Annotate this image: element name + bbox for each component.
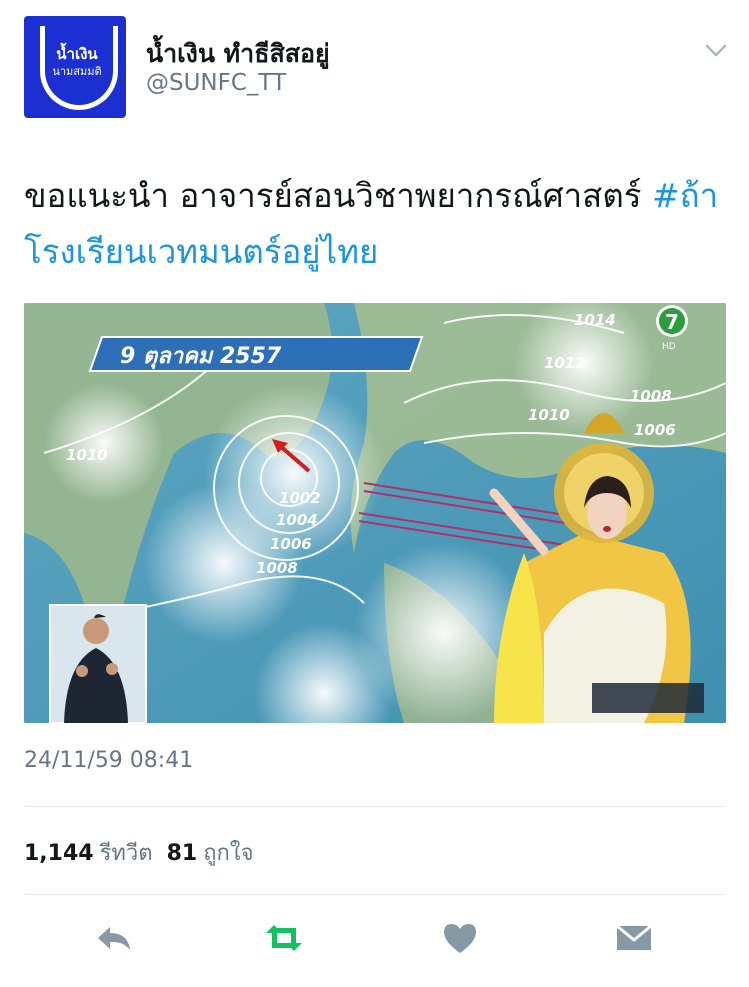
chevron-down-icon[interactable]: [704, 40, 728, 60]
heart-icon[interactable]: [436, 918, 484, 958]
divider: [24, 894, 725, 895]
date-banner-text: 9 ตุลาคม 2557: [120, 344, 282, 370]
pressure-label: 1008: [256, 559, 298, 577]
retweet-icon[interactable]: [260, 918, 308, 958]
pressure-label: 1006: [634, 421, 676, 439]
pressure-label: 1014: [574, 311, 616, 329]
tweet-timestamp[interactable]: 24/11/59 08:41: [24, 748, 193, 773]
pressure-label: 1006: [270, 535, 312, 553]
channel-logo-sub: HD: [662, 342, 676, 352]
avatar[interactable]: น้ำเงิน นามสมมติ: [24, 16, 126, 118]
envelope-icon[interactable]: [610, 918, 658, 958]
display-name[interactable]: น้ำเงิน ทำธีสิสอยู่: [146, 34, 330, 74]
retweet-stat[interactable]: 1,144 รีทวีต: [24, 841, 153, 866]
divider: [24, 806, 725, 807]
like-label: ถูกใจ: [203, 841, 254, 866]
avatar-logo-subtext: นามสมมติ: [52, 65, 102, 78]
tweet-media-image[interactable]: 9 ตุลาคม 2557 7 HD 1014 1012 1010 1008 1…: [24, 303, 726, 723]
weather-map-illustration: 9 ตุลาคม 2557 7 HD 1014 1012 1010 1008 1…: [24, 303, 726, 723]
pressure-label: 1010: [528, 406, 570, 424]
tweet-body: ขอแนะนำ อาจารย์สอนวิชาพยากรณ์ศาสตร์: [24, 176, 652, 215]
like-stat[interactable]: 81 ถูกใจ: [167, 841, 254, 866]
avatar-logo-text: น้ำเงิน: [56, 45, 98, 63]
tweet-text: ขอแนะนำ อาจารย์สอนวิชาพยากรณ์ศาสตร์ #ถ้า…: [24, 168, 724, 280]
user-handle[interactable]: @SUNFC_TT: [146, 70, 286, 96]
retweet-label: รีทวีต: [99, 841, 153, 866]
pressure-label: 1004: [276, 511, 318, 529]
pressure-label: 1010: [66, 446, 108, 464]
pressure-label: 1008: [630, 387, 672, 405]
retweet-count: 1,144: [24, 841, 94, 866]
like-count: 81: [166, 841, 198, 866]
pressure-label: 1012: [544, 354, 586, 372]
sign-language-inset: [49, 604, 147, 723]
reply-icon[interactable]: [90, 918, 138, 958]
channel-logo-number: 7: [665, 310, 679, 334]
tweet-stats: 1,144 รีทวีต 81 ถูกใจ: [24, 835, 253, 870]
pressure-label: 1002: [279, 489, 321, 507]
